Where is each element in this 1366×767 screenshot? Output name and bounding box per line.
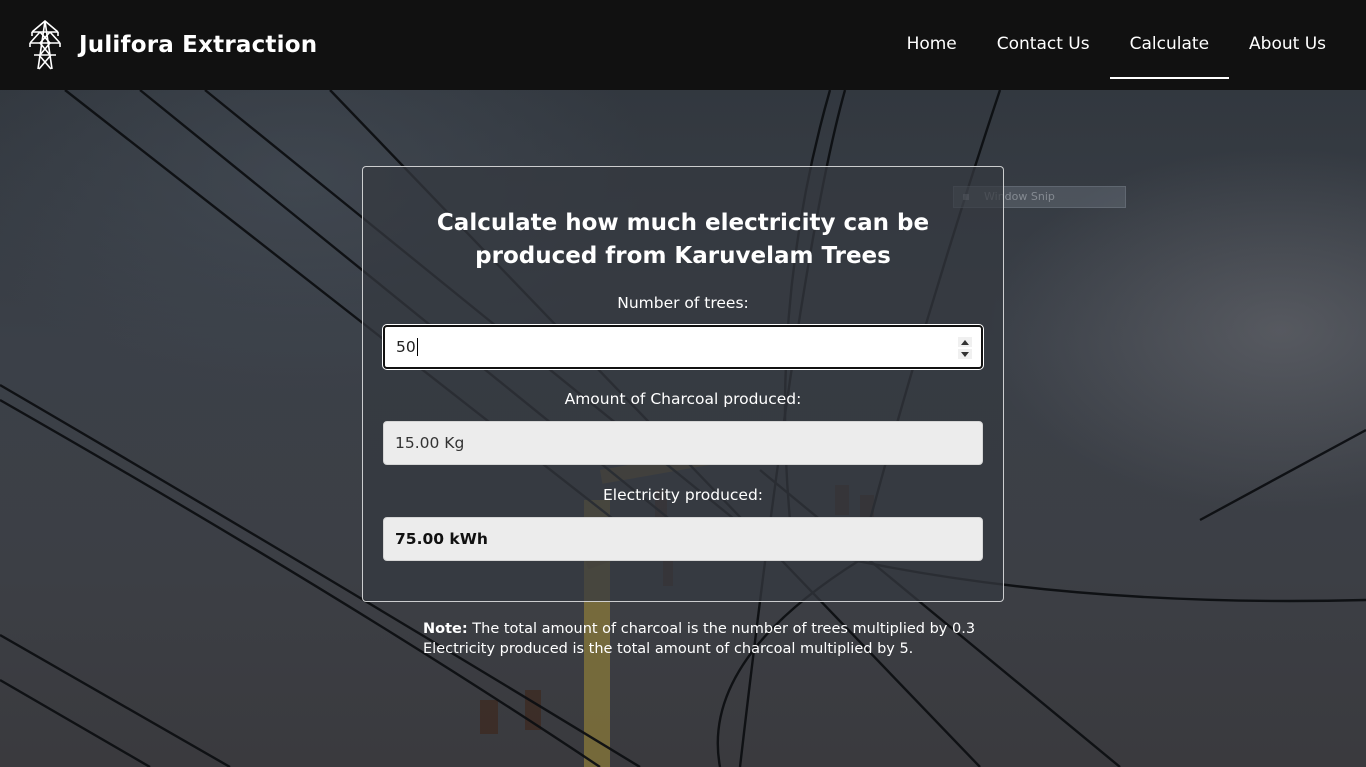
nav-home[interactable]: Home	[887, 11, 977, 79]
note-line-2: Electricity produced is the total amount…	[423, 641, 914, 657]
nav-contact-us[interactable]: Contact Us	[977, 11, 1110, 79]
nav-about-us[interactable]: About Us	[1229, 11, 1346, 79]
site-header: Julifora Extraction Home Contact Us Calc…	[0, 0, 1366, 90]
power-tower-icon	[29, 20, 61, 70]
stepper-down-button[interactable]	[958, 349, 972, 359]
brand[interactable]: Julifora Extraction	[26, 18, 317, 72]
nav-home-label: Home	[906, 34, 957, 54]
electricity-output-value: 75.00 kWh	[395, 530, 488, 548]
stepper-up-button[interactable]	[958, 337, 972, 347]
charcoal-output-value: 15.00 Kg	[395, 434, 465, 452]
main-nav: Home Contact Us Calculate About Us	[887, 0, 1346, 90]
electricity-label: Electricity produced:	[602, 486, 764, 504]
calculator-card: Calculate how much electricity can be pr…	[362, 166, 1004, 602]
nav-calculate[interactable]: Calculate	[1109, 11, 1230, 79]
nav-contact-us-label: Contact Us	[996, 34, 1090, 54]
trees-stepper[interactable]	[958, 337, 972, 359]
trees-label: Number of trees:	[617, 294, 749, 312]
note-prefix: Note:	[423, 621, 468, 637]
chevron-up-icon	[961, 339, 969, 345]
text-caret	[416, 338, 418, 356]
charcoal-label: Amount of Charcoal produced:	[564, 390, 802, 408]
note-line-1: The total amount of charcoal is the numb…	[472, 621, 976, 637]
formula-note: Note: The total amount of charcoal is th…	[423, 619, 1023, 659]
nav-calculate-label: Calculate	[1129, 34, 1210, 54]
trees-input-value: 50	[396, 338, 416, 356]
charcoal-output: 15.00 Kg	[383, 421, 983, 465]
trees-input[interactable]: 50	[383, 325, 983, 369]
electricity-output: 75.00 kWh	[383, 517, 983, 561]
nav-about-us-label: About Us	[1249, 34, 1326, 54]
calculator-title: Calculate how much electricity can be pr…	[436, 210, 930, 269]
chevron-down-icon	[961, 351, 969, 357]
brand-name: Julifora Extraction	[79, 32, 318, 58]
